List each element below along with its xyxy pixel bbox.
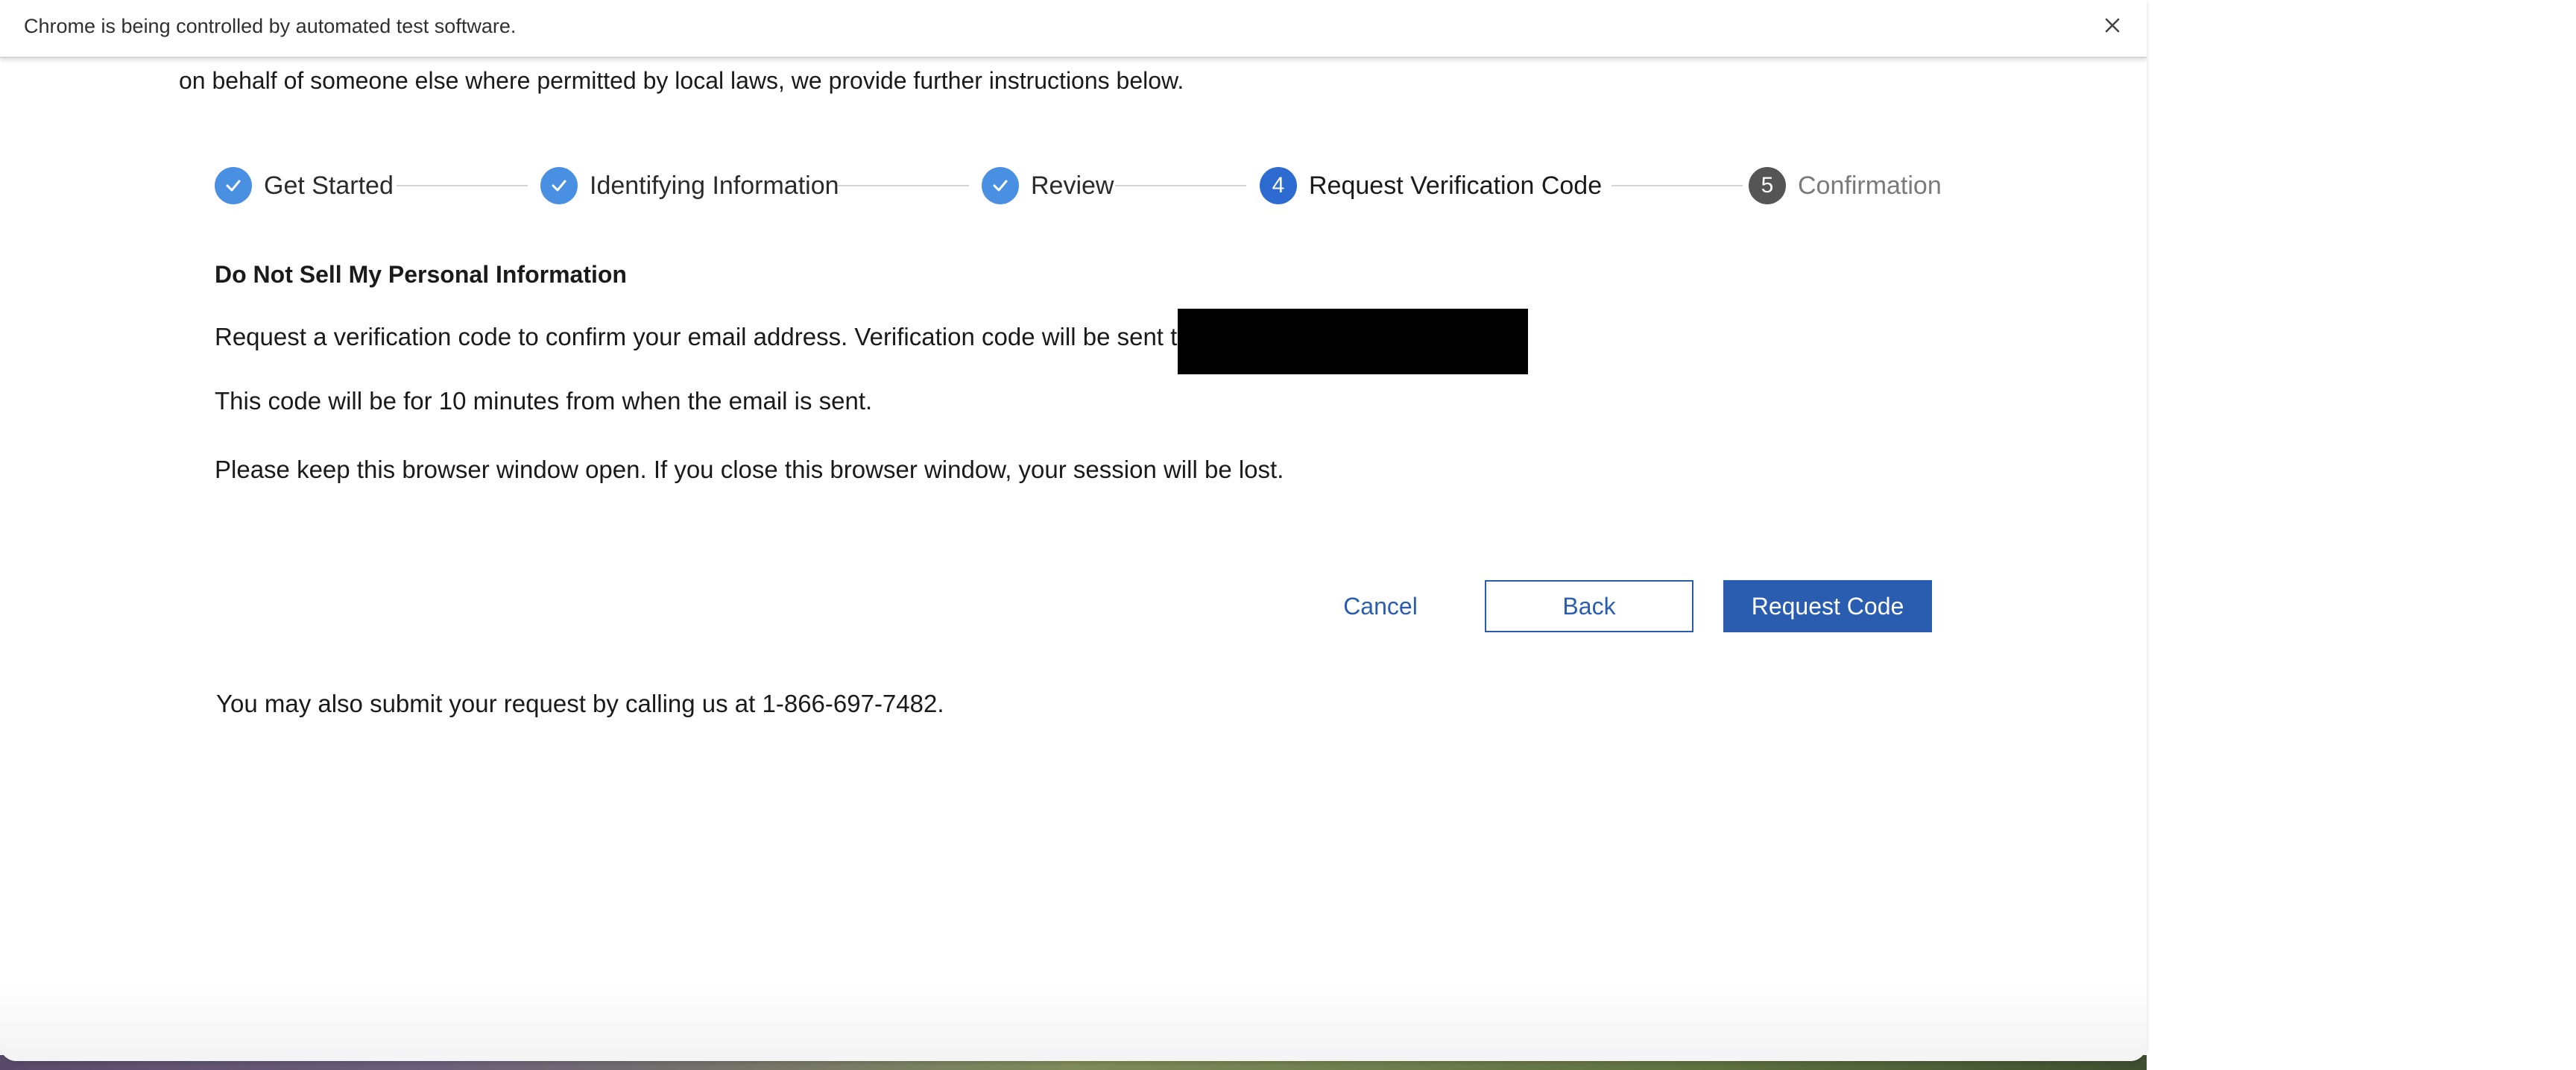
progress-stepper: Get Started Identifying Information Revi… [215, 160, 1942, 212]
infobar-message: Chrome is being controlled by automated … [24, 15, 517, 37]
close-icon[interactable] [2099, 12, 2126, 39]
code-validity-text: This code will be for 10 minutes from wh… [215, 387, 873, 415]
check-icon [540, 167, 578, 204]
step-number-badge: 4 [1260, 167, 1297, 204]
stepper-connector [838, 185, 969, 186]
cancel-button[interactable]: Cancel [1334, 580, 1427, 632]
step-label: Review [1031, 171, 1114, 200]
verification-instructions: Request a verification code to confirm y… [215, 323, 1191, 350]
page-content: on behalf of someone else where permitte… [0, 58, 2147, 1061]
redacted-email [1178, 309, 1528, 374]
check-icon [215, 167, 252, 204]
stepper-connector [1611, 185, 1743, 186]
stepper-connector [397, 185, 528, 186]
step-get-started: Get Started [215, 160, 394, 212]
stepper-connector [1115, 185, 1246, 186]
step-number: 4 [1272, 173, 1285, 198]
step-number: 5 [1761, 173, 1774, 198]
step-confirmation: 5 Confirmation [1749, 160, 1942, 212]
step-label: Get Started [264, 171, 394, 200]
page-bottom-fade [0, 983, 2147, 1061]
back-button[interactable]: Back [1485, 580, 1693, 632]
intro-text: on behalf of someone else where permitte… [179, 67, 1184, 94]
keep-window-open-notice: Please keep this browser window open. If… [215, 456, 1284, 483]
step-request-verification-code: 4 Request Verification Code [1260, 160, 1602, 212]
step-number-badge: 5 [1749, 167, 1786, 204]
check-icon [982, 167, 1019, 204]
step-review: Review [982, 160, 1114, 212]
step-label: Identifying Information [590, 171, 839, 200]
automation-infobar: Chrome is being controlled by automated … [0, 0, 2147, 58]
step-identifying-information: Identifying Information [540, 160, 839, 212]
step-label: Confirmation [1798, 171, 1942, 200]
browser-window: Chrome is being controlled by automated … [0, 0, 2147, 1061]
phone-notice: You may also submit your request by call… [216, 690, 944, 717]
step-label: Request Verification Code [1309, 171, 1603, 200]
request-code-button[interactable]: Request Code [1723, 580, 1932, 632]
section-title: Do Not Sell My Personal Information [215, 261, 627, 288]
